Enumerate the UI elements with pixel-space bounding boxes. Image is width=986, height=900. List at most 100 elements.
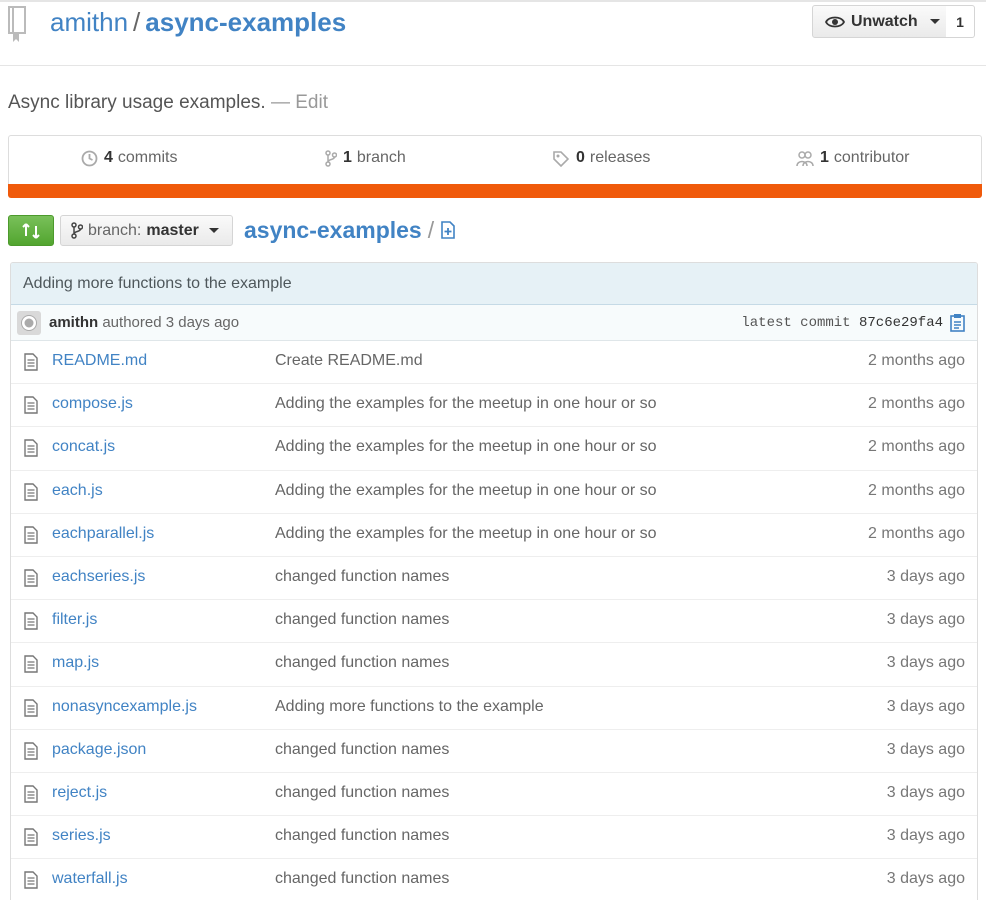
branch-prefix: branch: (88, 221, 142, 239)
file-commit-message[interactable]: changed function names (275, 784, 449, 802)
commit-author-name[interactable]: amithn (49, 314, 98, 331)
table-row: README.md Create README.md 2 months ago (11, 341, 977, 385)
file-commit-message[interactable]: changed function names (275, 741, 449, 759)
commits-label: commits (117, 149, 178, 166)
file-commit-message[interactable]: changed function names (275, 611, 449, 629)
repo-title: amithn / async-examples (50, 6, 346, 38)
file-commit-message[interactable]: Adding the examples for the meetup in on… (275, 438, 657, 456)
file-commit-message[interactable]: changed function names (275, 568, 449, 586)
file-text-icon (24, 828, 38, 846)
file-age: 3 days ago (886, 870, 965, 888)
file-age: 3 days ago (886, 783, 965, 801)
file-list: README.md Create README.md 2 months ago com… (11, 341, 977, 900)
top-border (0, 0, 986, 2)
branch-icon (71, 222, 83, 239)
file-age: 3 days ago (886, 611, 965, 629)
file-commit-message[interactable]: Adding more functions to the example (275, 698, 544, 716)
branch-icon (325, 149, 337, 167)
new-file-icon[interactable] (440, 221, 456, 239)
eye-icon (825, 16, 845, 27)
branches-link[interactable]: 1 branch (325, 149, 406, 167)
file-commit-message[interactable]: changed function names (275, 870, 449, 888)
tag-icon (553, 150, 570, 167)
file-text-icon (24, 612, 38, 630)
compare-icon (22, 222, 40, 239)
table-row: package.json changed function names 3 days… (11, 730, 977, 773)
file-name-link[interactable]: each.js (52, 482, 103, 500)
file-text-icon (24, 698, 38, 717)
file-name-link[interactable]: nonasyncexample.js (52, 698, 197, 716)
clipboard-icon[interactable] (949, 313, 967, 333)
branch-selector[interactable]: branch: master (60, 215, 233, 246)
contributors-count: 1 (820, 149, 829, 166)
file-text-icon (24, 741, 38, 760)
file-name-link[interactable]: README.md (52, 352, 147, 370)
commits-link[interactable]: 4 commits (81, 149, 177, 167)
file-age: 2 months ago (868, 481, 965, 499)
file-commit-message[interactable]: changed function names (275, 654, 449, 672)
file-name-link[interactable]: compose.js (52, 395, 133, 413)
file-name-link[interactable]: eachparallel.js (52, 525, 154, 543)
repo-title-separator: / (133, 7, 141, 37)
branches-count: 1 (343, 149, 352, 166)
breadcrumb-repo-link[interactable]: async-examples (244, 215, 422, 245)
file-text-icon (24, 526, 38, 544)
file-name-link[interactable]: filter.js (52, 611, 97, 629)
contributors-label: contributor (833, 149, 910, 166)
file-name-link[interactable]: concat.js (52, 438, 115, 456)
file-age: 3 days ago (886, 827, 965, 845)
table-row: map.js changed function names 3 days ago (11, 643, 977, 687)
language-bar[interactable] (8, 184, 982, 198)
breadcrumb: async-examples / (244, 215, 456, 245)
book-icon (8, 6, 26, 42)
commit-sha-link[interactable]: 87c6e29fa4 (859, 315, 943, 331)
repo-name-link[interactable]: async-examples (145, 7, 346, 37)
file-commit-message[interactable]: Adding the examples for the meetup in on… (275, 395, 657, 413)
file-age: 3 days ago (886, 697, 965, 715)
file-name-link[interactable]: eachseries.js (52, 568, 145, 586)
file-text-icon (24, 655, 38, 674)
file-age: 3 days ago (886, 740, 965, 758)
octocat-icon (21, 315, 37, 331)
chevron-down-icon (208, 228, 219, 233)
file-name-link[interactable]: package.json (52, 741, 146, 759)
file-text-icon (24, 871, 38, 889)
file-age: 2 months ago (868, 395, 965, 413)
releases-count: 0 (576, 149, 585, 166)
releases-label: releases (589, 149, 651, 166)
latest-commit-meta: amithn authored 3 days ago latest commit… (11, 305, 977, 341)
file-name-link[interactable]: reject.js (52, 784, 107, 802)
file-name-link[interactable]: series.js (52, 827, 111, 845)
repo-description: Async library usage examples. — Edit (8, 92, 328, 114)
table-row: each.js Adding the examples for the meetu… (11, 471, 977, 514)
unwatch-button[interactable]: Unwatch (812, 5, 947, 38)
latest-commit-message[interactable]: Adding more functions to the example (11, 263, 977, 305)
chevron-down-icon (929, 19, 940, 24)
file-commit-message[interactable]: Adding the examples for the meetup in on… (275, 482, 657, 500)
repo-owner-link[interactable]: amithn (50, 7, 128, 37)
file-text-icon (24, 569, 38, 587)
breadcrumb-separator: / (427, 217, 435, 243)
watchers-count[interactable]: 1 (946, 5, 975, 38)
commits-count: 4 (104, 149, 113, 166)
branches-label: branch (356, 149, 406, 166)
table-row: eachparallel.js Adding the examples for t… (11, 514, 977, 557)
file-name-link[interactable]: map.js (52, 654, 99, 672)
file-commit-message[interactable]: Create README.md (275, 352, 423, 370)
file-text-icon (24, 396, 38, 414)
edit-description-link[interactable]: — Edit (271, 92, 328, 113)
avatar[interactable] (17, 311, 41, 335)
releases-link[interactable]: 0 releases (552, 149, 650, 167)
contributors-link[interactable]: 1 contributor (796, 149, 910, 167)
commit-authored-text: authored 3 days ago (102, 314, 240, 331)
commit-author: amithn authored 3 days ago (49, 314, 239, 331)
file-commit-message[interactable]: Adding the examples for the meetup in on… (275, 525, 657, 543)
file-commit-message[interactable]: changed function names (275, 827, 449, 845)
table-row: waterfall.js changed function names 3 days… (11, 859, 977, 900)
compare-button[interactable] (8, 215, 54, 246)
unwatch-label: Unwatch (851, 12, 918, 30)
history-icon (81, 150, 98, 166)
latest-commit-label: latest commit (741, 315, 851, 331)
file-name-link[interactable]: waterfall.js (52, 870, 128, 888)
header-divider (0, 65, 986, 66)
